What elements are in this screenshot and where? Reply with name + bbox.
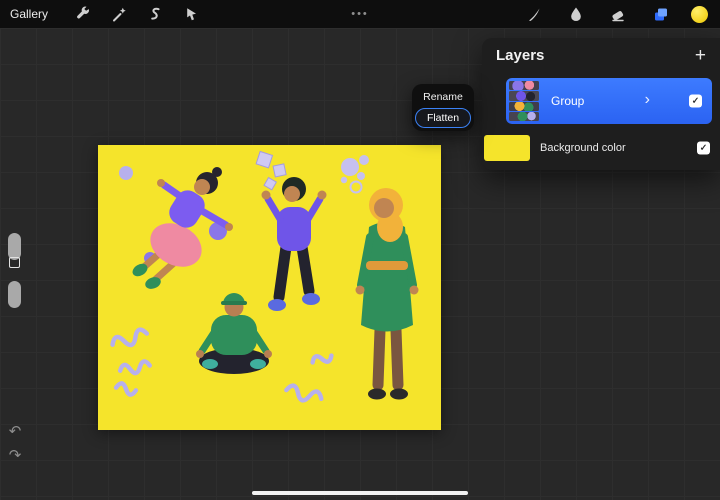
add-layer-button[interactable]: + [695, 46, 720, 65]
chevron-right-icon[interactable]: › [645, 92, 650, 108]
background-color-thumbnail[interactable] [484, 135, 530, 161]
eraser-icon [610, 6, 626, 22]
artwork-canvas[interactable] [98, 145, 441, 430]
brush-size-slider[interactable] [8, 233, 21, 260]
procreate-app: Gallery [0, 0, 720, 500]
cursor-arrow-icon [183, 6, 199, 22]
magic-wand-icon [111, 6, 127, 22]
group-thumbnail-strip [509, 81, 539, 121]
toolbar-left-group: Gallery [0, 3, 202, 25]
layer-thumbnail [509, 81, 539, 90]
layer-row-group[interactable]: Group › ✓ [506, 78, 712, 124]
layers-panel-title: Layers [482, 47, 544, 64]
toolbar-right-group [523, 3, 720, 25]
top-toolbar: Gallery [0, 0, 720, 28]
layers-panel-icon[interactable] [649, 3, 671, 25]
smudge-icon [568, 6, 584, 22]
paint-brush-icon[interactable] [523, 3, 545, 25]
layers-panel: Layers + Group › ✓ Background color ✓ [482, 38, 720, 170]
illustration-character-jumping-man [262, 177, 327, 311]
layer-thumbnail [509, 112, 539, 121]
undo-button[interactable]: ↶ [6, 424, 24, 439]
brush-opacity-slider[interactable] [8, 281, 21, 308]
rename-menu-item[interactable]: Rename [415, 88, 471, 108]
actions-wrench-icon[interactable] [72, 3, 94, 25]
canvas-illustration [98, 145, 441, 430]
redo-button[interactable]: ↷ [6, 448, 24, 463]
transform-arrow-icon[interactable] [180, 3, 202, 25]
sidebar-modify-button[interactable] [9, 257, 20, 268]
group-layer-label: Group [551, 94, 584, 108]
illustration-character-hijab-woman [356, 188, 419, 400]
layer-context-menu: Rename Flatten [412, 84, 474, 131]
group-visibility-checkbox[interactable]: ✓ [689, 95, 702, 108]
layer-thumbnail [509, 102, 539, 111]
selection-s-icon[interactable] [144, 3, 166, 25]
background-layer-label: Background color [540, 142, 626, 154]
gallery-button[interactable]: Gallery [10, 7, 48, 21]
brush-icon [526, 6, 542, 22]
smudge-tool-icon[interactable] [565, 3, 587, 25]
background-visibility-checkbox[interactable]: ✓ [697, 142, 710, 155]
wrench-icon [75, 6, 91, 22]
layers-panel-header: Layers + [482, 38, 720, 72]
layer-thumbnail [509, 91, 539, 100]
flatten-menu-item[interactable]: Flatten [415, 108, 471, 128]
adjustments-wand-icon[interactable] [108, 3, 130, 25]
s-curve-icon [147, 6, 163, 22]
active-color-swatch[interactable] [691, 6, 708, 23]
home-indicator[interactable] [252, 491, 468, 496]
illustration-character-meditating-man [196, 293, 272, 374]
eraser-tool-icon[interactable] [607, 3, 629, 25]
workspace: ↶ ↷ [0, 28, 720, 500]
layers-icon [652, 6, 669, 23]
layer-row-background-color[interactable]: Background color ✓ [482, 132, 720, 164]
